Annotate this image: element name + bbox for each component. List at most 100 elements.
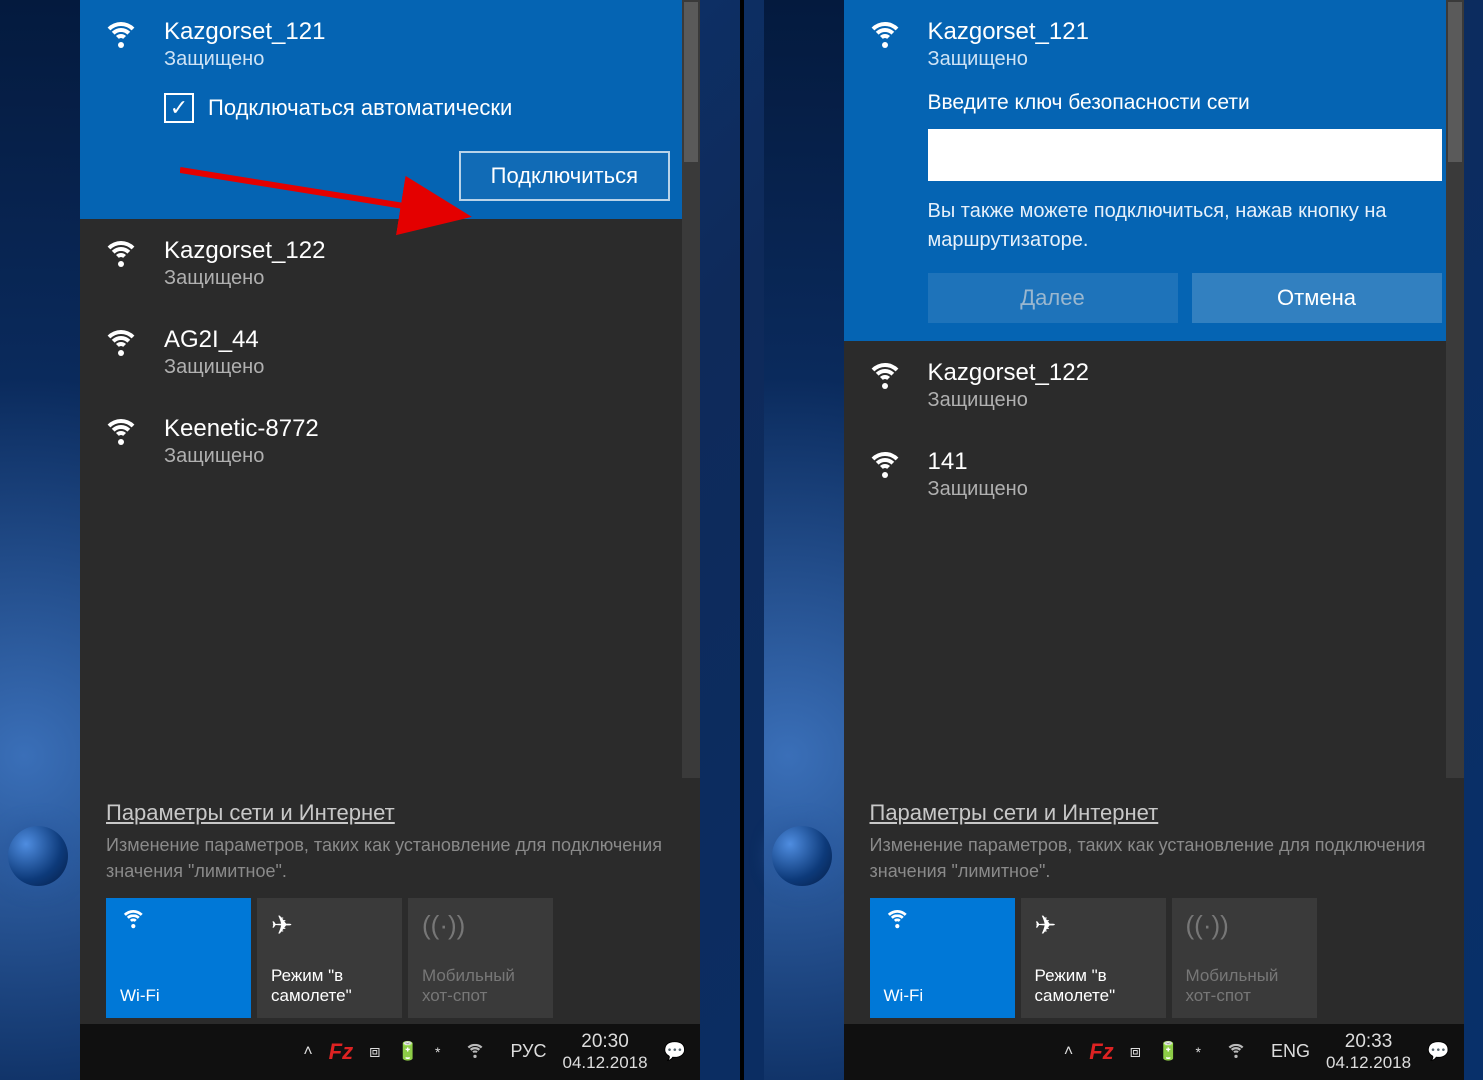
tile-hotspot[interactable]: ((·)) Мобильный хот-спот bbox=[408, 898, 553, 1018]
wifi-tray-icon[interactable] bbox=[456, 1037, 494, 1067]
hotspot-icon: ((·)) bbox=[1186, 910, 1303, 940]
tile-airplane[interactable]: ✈ Режим "в самолете" bbox=[1021, 898, 1166, 1018]
airplane-icon: ✈ bbox=[1035, 910, 1152, 940]
scrollbar[interactable] bbox=[682, 0, 700, 778]
tile-label: Мобильный хот-спот bbox=[1186, 966, 1303, 1006]
clock-date: 04.12.2018 bbox=[562, 1053, 647, 1073]
next-button[interactable]: Далее bbox=[928, 273, 1178, 323]
tile-wifi[interactable]: Wi-Fi bbox=[870, 898, 1015, 1018]
asterisk-icon: * bbox=[435, 1044, 440, 1060]
network-settings-section: Параметры сети и Интернет Изменение пара… bbox=[80, 800, 700, 898]
filezilla-tray-icon[interactable]: Fz bbox=[329, 1039, 353, 1065]
connect-button[interactable]: Подключиться bbox=[459, 151, 670, 201]
tray-overflow-icon[interactable]: ˄ bbox=[1064, 1043, 1073, 1061]
network-ssid: Kazgorset_121 bbox=[164, 18, 678, 46]
wifi-icon bbox=[120, 910, 237, 940]
language-indicator[interactable]: РУС bbox=[510, 1041, 546, 1062]
network-status: Защищено bbox=[928, 478, 1442, 501]
network-item-selected[interactable]: Kazgorset_121 Защищено Введите ключ безо… bbox=[844, 0, 1464, 341]
tile-label: Wi-Fi bbox=[120, 986, 237, 1006]
network-status: Защищено bbox=[164, 48, 678, 71]
wifi-icon bbox=[102, 415, 144, 468]
system-tray: ˄ Fz ⧈ 🔋 * РУС 20:30 04.12.2018 💬 bbox=[303, 1031, 686, 1072]
auto-connect-label: Подключаться автоматически bbox=[208, 95, 512, 121]
tile-label: Wi-Fi bbox=[884, 986, 1001, 1006]
filezilla-tray-icon[interactable]: Fz bbox=[1089, 1039, 1113, 1065]
asterisk-icon: * bbox=[1196, 1044, 1201, 1060]
tile-label: Режим "в самолете" bbox=[271, 966, 388, 1006]
hotspot-icon: ((·)) bbox=[422, 910, 539, 940]
network-ssid: Kazgorset_122 bbox=[928, 359, 1442, 387]
network-settings-section: Параметры сети и Интернет Изменение пара… bbox=[844, 800, 1464, 898]
quick-action-tiles: Wi-Fi ✈ Режим "в самолете" ((·)) Мобильн… bbox=[844, 898, 1464, 1018]
wifi-icon bbox=[884, 910, 1001, 940]
network-flyout-left: Kazgorset_121 Защищено ✓ Подключаться ав… bbox=[80, 0, 700, 1080]
password-prompt-label: Введите ключ безопасности сети bbox=[928, 91, 1442, 115]
network-status: Защищено bbox=[928, 389, 1442, 412]
quick-action-tiles: Wi-Fi ✈ Режим "в самолете" ((·)) Мобильн… bbox=[80, 898, 700, 1018]
battery-tray-icon[interactable]: 🔋 bbox=[397, 1041, 419, 1062]
battery-tray-icon[interactable]: 🔋 bbox=[1157, 1041, 1179, 1062]
network-status: Защищено bbox=[164, 445, 678, 468]
network-settings-link[interactable]: Параметры сети и Интернет bbox=[106, 800, 395, 826]
network-list: Kazgorset_121 Защищено ✓ Подключаться ав… bbox=[80, 0, 700, 800]
clock[interactable]: 20:30 04.12.2018 bbox=[562, 1031, 647, 1072]
network-password-input[interactable] bbox=[928, 129, 1442, 181]
desktop-wallpaper bbox=[764, 0, 844, 1080]
wifi-icon bbox=[866, 18, 908, 323]
scrollbar[interactable] bbox=[1446, 0, 1464, 778]
system-tray: ˄ Fz ⧈ 🔋 * ENG 20:33 04.12.2018 💬 bbox=[1064, 1031, 1450, 1072]
network-settings-desc: Изменение параметров, таких как установл… bbox=[106, 832, 674, 884]
wifi-tray-icon[interactable] bbox=[1217, 1037, 1255, 1067]
taskbar: ˄ Fz ⧈ 🔋 * ENG 20:33 04.12.2018 💬 bbox=[844, 1024, 1464, 1080]
airplane-icon: ✈ bbox=[271, 910, 388, 940]
network-item[interactable]: Kazgorset_122 Защищено bbox=[844, 341, 1464, 430]
network-flyout-right: Kazgorset_121 Защищено Введите ключ безо… bbox=[844, 0, 1464, 1080]
network-list: Kazgorset_121 Защищено Введите ключ безо… bbox=[844, 0, 1464, 800]
wifi-icon bbox=[102, 237, 144, 290]
network-status: Защищено bbox=[928, 48, 1442, 71]
tile-wifi[interactable]: Wi-Fi bbox=[106, 898, 251, 1018]
tray-overflow-icon[interactable]: ˄ bbox=[303, 1043, 312, 1061]
network-ssid: 141 bbox=[928, 448, 1442, 476]
clock-time: 20:30 bbox=[562, 1031, 647, 1053]
notifications-icon[interactable]: 💬 bbox=[1427, 1041, 1449, 1062]
network-ssid: Kazgorset_121 bbox=[928, 18, 1442, 46]
wifi-icon bbox=[102, 326, 144, 379]
tile-hotspot[interactable]: ((·)) Мобильный хот-спот bbox=[1172, 898, 1317, 1018]
network-item[interactable]: Keenetic-8772 Защищено bbox=[80, 397, 700, 486]
clock[interactable]: 20:33 04.12.2018 bbox=[1326, 1031, 1411, 1072]
network-status: Защищено bbox=[164, 267, 678, 290]
cancel-button[interactable]: Отмена bbox=[1192, 273, 1442, 323]
network-item[interactable]: Kazgorset_122 Защищено bbox=[80, 219, 700, 308]
network-ssid: AG2I_44 bbox=[164, 326, 678, 354]
panel-divider bbox=[740, 0, 744, 1080]
auto-connect-checkbox[interactable]: ✓ bbox=[164, 93, 194, 123]
tile-label: Режим "в самолете" bbox=[1035, 966, 1152, 1006]
network-ssid: Keenetic-8772 bbox=[164, 415, 678, 443]
tile-label: Мобильный хот-спот bbox=[422, 966, 539, 1006]
network-item-selected[interactable]: Kazgorset_121 Защищено ✓ Подключаться ав… bbox=[80, 0, 700, 219]
auto-connect-row[interactable]: ✓ Подключаться автоматически bbox=[164, 93, 678, 123]
scrollbar-thumb[interactable] bbox=[1448, 2, 1462, 162]
network-item[interactable]: AG2I_44 Защищено bbox=[80, 308, 700, 397]
network-settings-link[interactable]: Параметры сети и Интернет bbox=[870, 800, 1159, 826]
network-settings-desc: Изменение параметров, таких как установл… bbox=[870, 832, 1438, 884]
network-status: Защищено bbox=[164, 356, 678, 379]
notifications-icon[interactable]: 💬 bbox=[664, 1041, 686, 1062]
scrollbar-thumb[interactable] bbox=[684, 2, 698, 162]
tile-airplane[interactable]: ✈ Режим "в самолете" bbox=[257, 898, 402, 1018]
network-item[interactable]: 141 Защищено bbox=[844, 430, 1464, 519]
network-ssid: Kazgorset_122 bbox=[164, 237, 678, 265]
clock-time: 20:33 bbox=[1326, 1031, 1411, 1053]
dropbox-tray-icon[interactable]: ⧈ bbox=[1130, 1041, 1141, 1062]
clock-date: 04.12.2018 bbox=[1326, 1053, 1411, 1073]
wifi-icon bbox=[102, 18, 144, 201]
desktop-wallpaper bbox=[0, 0, 80, 1080]
taskbar: ˄ Fz ⧈ 🔋 * РУС 20:30 04.12.2018 💬 bbox=[80, 1024, 700, 1080]
wifi-icon bbox=[866, 359, 908, 412]
language-indicator[interactable]: ENG bbox=[1271, 1041, 1310, 1062]
wifi-icon bbox=[866, 448, 908, 501]
wps-hint: Вы также можете подключиться, нажав кноп… bbox=[928, 197, 1442, 255]
dropbox-tray-icon[interactable]: ⧈ bbox=[369, 1041, 380, 1062]
